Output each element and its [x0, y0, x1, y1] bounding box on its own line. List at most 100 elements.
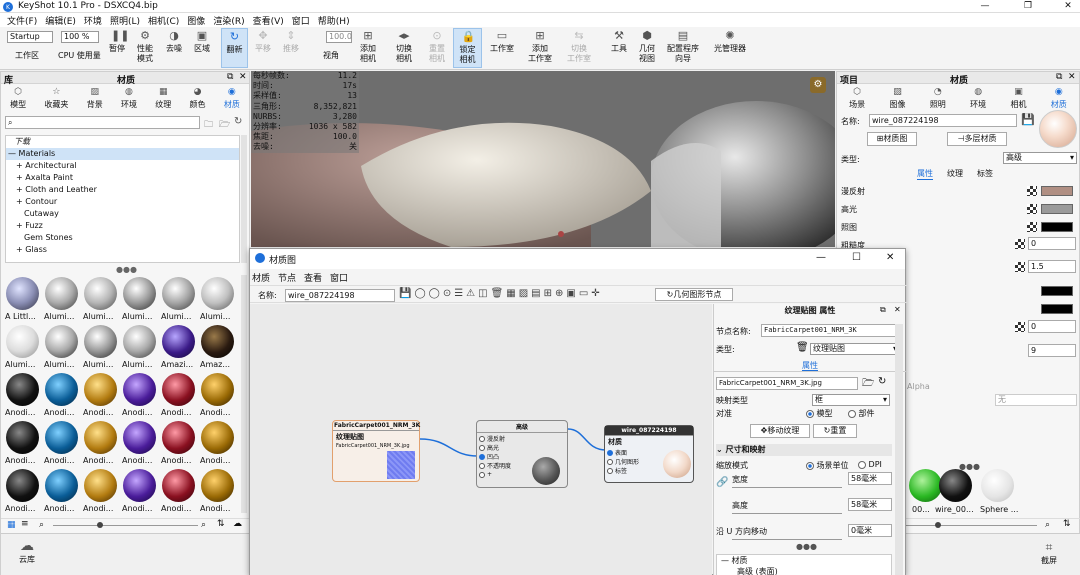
width-input[interactable]: 58毫米 [848, 472, 892, 485]
tab-scene[interactable]: ⬡ 场景 [849, 87, 865, 109]
tab-camera[interactable]: ▣ 相机 [1010, 87, 1026, 109]
tree-scrollbar[interactable] [241, 135, 247, 263]
material-thumbnail[interactable] [45, 325, 78, 358]
material-thumb-black[interactable] [939, 469, 972, 502]
node-type-select[interactable]: 纹理贴图▾ [810, 343, 900, 355]
splitter-handle[interactable]: ●●● [116, 265, 137, 274]
reset-camera-button[interactable]: ⊙ 重置 相机 [426, 30, 448, 64]
menu-window[interactable]: 窗口 [288, 13, 314, 27]
material-thumbnail[interactable] [201, 421, 234, 454]
close-icon[interactable]: ✕ [886, 252, 894, 263]
tab-materials[interactable]: ◉ 材质 [224, 87, 240, 109]
material-thumbnail[interactable] [84, 373, 117, 406]
float-icon[interactable]: ⧉ [1056, 72, 1062, 82]
material-thumbnail[interactable] [123, 421, 156, 454]
material-thumbnail[interactable] [201, 277, 234, 310]
roughness-input[interactable]: 0 [1028, 237, 1076, 250]
zoom-in-icon[interactable]: ⌕ [1045, 520, 1050, 530]
configurator-wizard-button[interactable]: ▤ 配置程序 向导 [665, 30, 701, 64]
node-tree-material[interactable]: — 材质 [717, 555, 891, 566]
perspective-button[interactable]: 视角 [320, 51, 342, 61]
tab-lighting[interactable]: ◔ 照明 [930, 87, 946, 109]
switch-camera-button[interactable]: ◂▸ 切换 相机 [392, 30, 416, 64]
material-thumbnail[interactable] [45, 469, 78, 502]
align-part-radio[interactable]: 部件 [848, 408, 875, 419]
subtab-labels[interactable]: 标签 [977, 168, 993, 180]
dolly-button[interactable]: ⇕ 推移 [280, 30, 302, 54]
slider-knob[interactable] [97, 522, 103, 528]
height-input[interactable]: 58毫米 [848, 498, 892, 511]
lock-camera-button[interactable]: 🔒 锁定 相机 [453, 28, 482, 68]
ior-input[interactable]: 1.5 [1028, 260, 1076, 273]
screenshot-button[interactable]: ⌗ 截屏 [1041, 540, 1057, 566]
subtab-textures[interactable]: 纹理 [947, 168, 963, 180]
render-viewport[interactable]: 每秒帧数: 11.2 时间: 17s 采样值: 13 三角形: 8,352,821 NURBS:… [251, 71, 835, 247]
folder-open-icon[interactable]: 🗁 [862, 376, 874, 393]
panel-close-icon[interactable]: ✕ [239, 72, 247, 82]
material-name-input[interactable]: wire_087224198 [869, 114, 1017, 127]
pause-button[interactable]: ❚❚ 暂停 [107, 30, 129, 54]
prop-texture-icon[interactable] [1027, 222, 1037, 232]
refresh-library-icon[interactable]: ↻ [234, 116, 242, 127]
panel-close-icon[interactable]: ✕ [894, 305, 901, 314]
material-graph-button[interactable]: ⊞材质图 [867, 132, 917, 146]
material-thumbnail[interactable] [6, 421, 39, 454]
menu-view[interactable]: 查看(V) [249, 13, 288, 27]
link-icon[interactable]: 🔗 [716, 477, 728, 488]
slider-knob[interactable] [935, 522, 941, 528]
grid-view-icon[interactable]: ▦ [7, 520, 16, 530]
size-mapping-section[interactable]: ⌄ 尺寸和映射 [716, 444, 892, 456]
scale-scene-units-radio[interactable]: 场景单位 [806, 460, 849, 471]
material-output-node[interactable]: wire_087224198 材质 表面 几何图形 标签 [604, 425, 694, 483]
tab-environment[interactable]: ◍ 环境 [970, 87, 986, 109]
node-tree-advanced[interactable]: 高级 (表面) [717, 566, 891, 575]
zoom-out-icon[interactable]: ⌕ [39, 520, 44, 530]
menu-render[interactable]: 渲染(R) [209, 13, 248, 27]
material-thumbnail[interactable] [201, 469, 234, 502]
scale-dpi-radio[interactable]: DPI [858, 460, 882, 469]
prop-color-swatch[interactable] [1041, 222, 1073, 232]
viewport-settings-icon[interactable]: ⚙ [810, 77, 826, 93]
color-swatch-b[interactable] [1041, 304, 1073, 314]
menu-lighting[interactable]: 照明(L) [106, 13, 144, 27]
material-thumbnail[interactable] [45, 277, 78, 310]
save-icon[interactable]: 💾 [1021, 113, 1035, 126]
tab-environments[interactable]: ◍ 环境 [121, 87, 137, 109]
tab-properties[interactable]: 属性 [802, 361, 818, 371]
advanced-node[interactable]: 高级 漫反射 高光 凹凸 不透明度 + [476, 420, 568, 488]
folder-open-icon[interactable]: 🗁 [219, 117, 230, 133]
value-texture-icon[interactable] [1015, 322, 1025, 332]
material-thumb-green[interactable] [909, 469, 942, 502]
refresh-button[interactable]: ↻ 翻新 [221, 28, 248, 68]
geometry-view-button[interactable]: ⬢ 几何 视图 [636, 30, 658, 64]
move-texture-button[interactable]: ✥移动纹理 [750, 424, 810, 438]
folder-icon[interactable]: 🗀 [204, 117, 213, 133]
material-thumbnail[interactable] [162, 277, 195, 310]
roughness-texture-icon[interactable] [1015, 239, 1025, 249]
restore-icon[interactable]: ❐ [1018, 0, 1038, 13]
tab-colors[interactable]: ◕ 颜色 [190, 87, 206, 109]
tools-button[interactable]: ⚒ 工具 [609, 30, 629, 54]
mg-menu-node[interactable]: 节点 [278, 271, 296, 284]
alpha-select[interactable]: 无 [995, 394, 1077, 406]
float-icon[interactable]: ⧉ [880, 305, 886, 315]
workspace-select[interactable]: Startup [7, 31, 53, 43]
material-thumbnail[interactable] [123, 373, 156, 406]
subtab-properties[interactable]: 属性 [917, 168, 933, 180]
multi-layer-material-button[interactable]: ⊣多层材质 [947, 132, 1007, 146]
node-canvas[interactable]: FabricCarpet001_NRM_3K 纹理贴图 FabricCarpet… [250, 304, 712, 575]
material-thumbnail[interactable] [123, 469, 156, 502]
mg-menu-material[interactable]: 材质 [252, 271, 270, 284]
material-thumbnail[interactable] [123, 277, 156, 310]
light-manager-button[interactable]: ✺ 光管理器 [712, 30, 748, 54]
panel-close-icon[interactable]: ✕ [1068, 72, 1076, 82]
move-u-input[interactable]: 0毫米 [848, 524, 892, 537]
menu-edit[interactable]: 编辑(E) [41, 13, 80, 27]
pan-button[interactable]: ✥ 平移 [252, 30, 274, 54]
height-slider[interactable] [732, 513, 842, 514]
tab-material[interactable]: ◉ 材质 [1051, 87, 1067, 109]
material-thumbnail[interactable] [84, 325, 117, 358]
align-model-radio[interactable]: 模型 [806, 408, 833, 419]
add-camera-button[interactable]: ⊞ 添加 相机 [356, 30, 380, 64]
denoise-button[interactable]: ◑ 去噪 [163, 30, 185, 54]
